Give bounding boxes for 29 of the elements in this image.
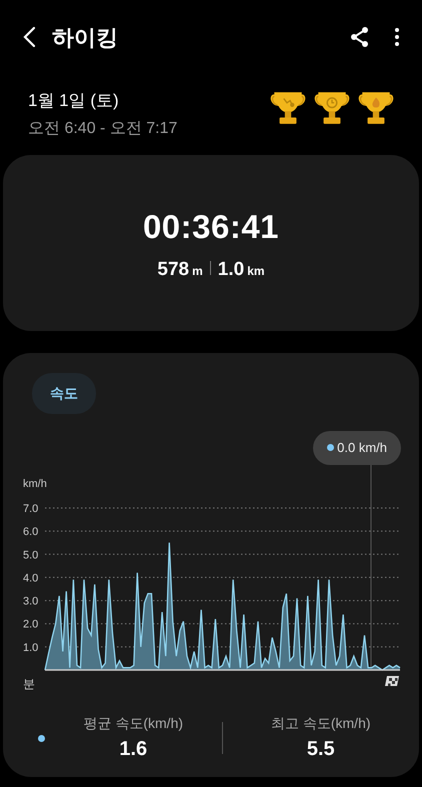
distance-value: 1.0 — [218, 258, 244, 282]
more-menu-icon[interactable] — [394, 27, 400, 47]
stat-value: 1.6 — [118, 736, 148, 762]
y-tick-label: 6.0 — [23, 526, 38, 538]
workout-duration: 00:36:41 — [142, 207, 280, 247]
back-button[interactable] — [22, 26, 36, 48]
y-tick-label: 1.0 — [23, 641, 38, 654]
finish-flag-icon — [385, 676, 399, 686]
speed-filter-tab[interactable]: 속도 — [32, 373, 96, 414]
share-icon[interactable] — [350, 26, 370, 48]
stat-value: 5.5 — [306, 736, 336, 762]
y-axis-label: km/h — [23, 478, 47, 490]
y-tick-label: 3.0 — [23, 595, 38, 608]
y-tick-label: 2.0 — [23, 618, 38, 630]
legend-dot — [38, 734, 45, 742]
x-axis-label: 분 — [23, 676, 35, 690]
y-tick-label: 5.0 — [23, 548, 38, 561]
page-title: 하이킹 — [52, 24, 118, 52]
workout-time-range: 오전 6:40 - 오전 7:17 — [28, 118, 178, 138]
stat-label: 최고 속도(km/h) — [270, 714, 372, 733]
distance-unit: km — [247, 262, 265, 280]
distance-value: 578 — [157, 258, 190, 282]
workout-date: 1월 1일 (토) — [28, 90, 120, 112]
y-tick-label: 4.0 — [23, 572, 38, 584]
tooltip-dot — [327, 444, 334, 452]
tooltip-value: 0.0 km/h — [337, 439, 387, 457]
distance-unit: m — [192, 262, 203, 280]
y-tick-label: 7.0 — [23, 502, 38, 514]
stat-label: 평균 속도(km/h) — [82, 714, 184, 733]
